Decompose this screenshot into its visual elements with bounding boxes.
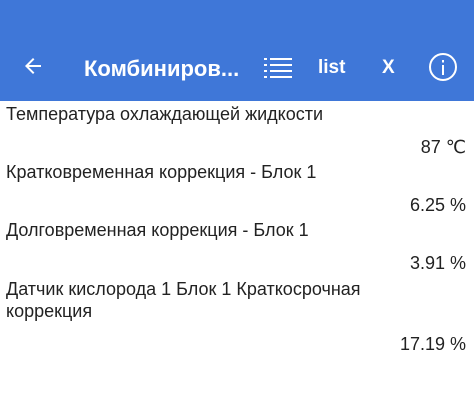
list-button[interactable]: list — [318, 54, 345, 82]
param-value: 3.91 % — [409, 253, 466, 273]
param-value: 17.19 % — [399, 334, 466, 354]
param-name: Датчик кислорода 1 Блок 1 Краткосрочная … — [6, 279, 361, 321]
app-bar: Комбиниров... list X — [0, 0, 474, 101]
page-title: Комбиниров... — [84, 56, 240, 81]
close-button[interactable]: X — [382, 54, 395, 82]
param-name: Долговременная коррекция - Блок 1 — [6, 220, 309, 240]
list-icon — [264, 58, 292, 78]
param-value: 6.25 % — [409, 195, 466, 215]
list-item: Долговременная коррекция - Блок 1 3.91 % — [0, 219, 474, 274]
param-name: Кратковременная коррекция - Блок 1 — [6, 162, 317, 182]
param-value: 87 ℃ — [420, 137, 466, 157]
info-button[interactable] — [428, 52, 458, 82]
list-view-button[interactable] — [262, 54, 294, 82]
list-item: Температура охлаждающей жидкости 87 ℃ — [0, 103, 474, 158]
arrow-back-icon — [25, 58, 41, 74]
param-name: Температура охлаждающей жидкости — [6, 104, 324, 124]
info-icon — [429, 53, 457, 81]
list-item: Датчик кислорода 1 Блок 1 Краткосрочная … — [0, 278, 474, 355]
back-button[interactable] — [18, 51, 48, 81]
list-item: Кратковременная коррекция - Блок 1 6.25 … — [0, 161, 474, 216]
